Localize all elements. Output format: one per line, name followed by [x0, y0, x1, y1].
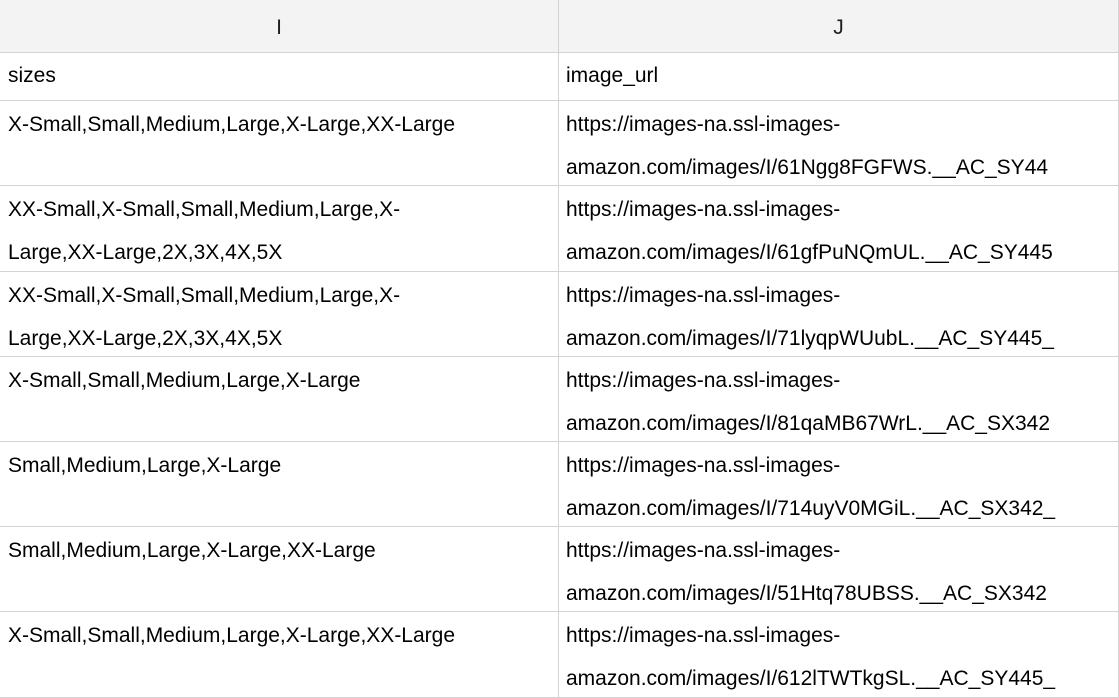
cell-text-line: XX-Small,X-Small,Small,Medium,Large,X-	[8, 198, 401, 221]
cell-text-line: amazon.com/images/I/71lyqpWUubL.__AC_SY4…	[566, 327, 1054, 350]
cell-sizes[interactable]: X-Small,Small,Medium,Large,X-Large	[0, 357, 559, 441]
table-row: X-Small,Small,Medium,Large,X-Large,XX-La…	[0, 101, 1119, 186]
cell-text-line: X-Small,Small,Medium,Large,X-Large	[8, 369, 361, 392]
cell-image-url[interactable]: https://images-na.ssl-images-amazon.com/…	[559, 357, 1119, 441]
cell-text-line: https://images-na.ssl-images-	[566, 198, 841, 221]
column-header-row: I J	[0, 0, 1119, 53]
column-header-i[interactable]: I	[0, 0, 559, 52]
table-row: Small,Medium,Large,X-Large,XX-Large https…	[0, 527, 1119, 612]
cell-text-line: X-Small,Small,Medium,Large,X-Large,XX-La…	[8, 624, 456, 647]
cell-text-line: Small,Medium,Large,X-Large	[8, 454, 282, 477]
cell-text-line: amazon.com/images/I/61Ngg8FGFWS.__AC_SY4…	[566, 156, 1049, 179]
cell-sizes[interactable]: Small,Medium,Large,X-Large,XX-Large	[0, 527, 559, 611]
cell-sizes[interactable]: XX-Small,X-Small,Small,Medium,Large,X- La…	[0, 272, 559, 356]
cell-text-line: amazon.com/images/I/81qaMB67WrL.__AC_SX3…	[566, 412, 1051, 435]
table-row: X-Small,Small,Medium,Large,X-Large https:…	[0, 357, 1119, 442]
cell-image-url[interactable]: https://images-na.ssl-images-amazon.com/…	[559, 612, 1119, 697]
cell-sizes[interactable]: sizes	[0, 53, 559, 100]
cell-sizes[interactable]: Small,Medium,Large,X-Large	[0, 442, 559, 526]
cell-text-line: sizes	[8, 64, 56, 87]
cell-text-line: https://images-na.ssl-images-	[566, 369, 841, 392]
cell-text-line: amazon.com/images/I/61gfPuNQmUL.__AC_SY4…	[566, 241, 1053, 264]
cell-text-line: https://images-na.ssl-images-	[566, 454, 841, 477]
table-row: sizes image_url	[0, 53, 1119, 101]
cell-text-line: amazon.com/images/I/714uyV0MGiL.__AC_SX3…	[566, 497, 1056, 520]
cell-image-url[interactable]: https://images-na.ssl-images-amazon.com/…	[559, 527, 1119, 611]
cell-sizes[interactable]: X-Small,Small,Medium,Large,X-Large,XX-La…	[0, 612, 559, 697]
cell-sizes[interactable]: X-Small,Small,Medium,Large,X-Large,XX-La…	[0, 101, 559, 185]
cell-image-url[interactable]: image_url	[559, 53, 1119, 100]
table-row: XX-Small,X-Small,Small,Medium,Large,X- La…	[0, 272, 1119, 357]
cell-text-line: https://images-na.ssl-images-	[566, 113, 841, 136]
table-row: X-Small,Small,Medium,Large,X-Large,XX-La…	[0, 612, 1119, 698]
cell-text-line: amazon.com/images/I/51Htq78UBSS.__AC_SX3…	[566, 582, 1047, 605]
cell-text-line: https://images-na.ssl-images-	[566, 624, 841, 647]
cell-text-line: https://images-na.ssl-images-	[566, 284, 841, 307]
table-row: Small,Medium,Large,X-Large https://images…	[0, 442, 1119, 527]
column-header-j[interactable]: J	[559, 0, 1119, 52]
cell-image-url[interactable]: https://images-na.ssl-images-amazon.com/…	[559, 186, 1119, 271]
cell-text-line: Small,Medium,Large,X-Large,XX-Large	[8, 539, 376, 562]
cell-text-line: XX-Small,X-Small,Small,Medium,Large,X-	[8, 284, 401, 307]
cell-text-line: Large,XX-Large,2X,3X,4X,5X	[8, 241, 283, 264]
cell-text-line: https://images-na.ssl-images-	[566, 539, 841, 562]
cell-text-line: Large,XX-Large,2X,3X,4X,5X	[8, 327, 283, 350]
cell-image-url[interactable]: https://images-na.ssl-images-amazon.com/…	[559, 442, 1119, 526]
cell-sizes[interactable]: XX-Small,X-Small,Small,Medium,Large,X- La…	[0, 186, 559, 271]
cell-text-line: X-Small,Small,Medium,Large,X-Large,XX-La…	[8, 113, 456, 136]
table-row: XX-Small,X-Small,Small,Medium,Large,X- La…	[0, 186, 1119, 272]
cell-text-line: image_url	[566, 64, 659, 87]
cell-image-url[interactable]: https://images-na.ssl-images-amazon.com/…	[559, 101, 1119, 185]
cell-text-line: amazon.com/images/I/612lTWTkgSL.__AC_SY4…	[566, 667, 1056, 690]
cell-image-url[interactable]: https://images-na.ssl-images-amazon.com/…	[559, 272, 1119, 356]
spreadsheet-grid: I J sizes image_url X-Small,Small,Medium,L…	[0, 0, 1119, 698]
